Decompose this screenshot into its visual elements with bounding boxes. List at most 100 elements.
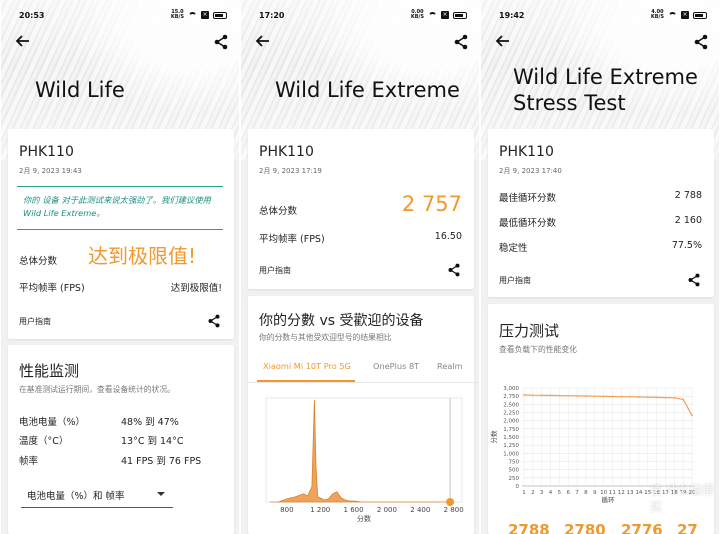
y-tick-label: 1,250 [503, 443, 519, 449]
wifi-icon [428, 11, 437, 19]
back-arrow-icon[interactable] [495, 33, 511, 49]
data-point [602, 395, 605, 398]
status-bar: 17:20 0.00 KB/S × [241, 10, 479, 24]
battery-icon [453, 11, 467, 19]
fps-value: 16.50 [434, 231, 462, 242]
score-label: 总体分数 [259, 206, 298, 217]
tab-device-1[interactable]: Xiaomi Mi 10T Pro 5G [263, 361, 351, 371]
fps-label: 平均帧率 (FPS) [259, 234, 325, 245]
sim-icon: × [441, 11, 449, 19]
monitor-row: 温度（°C） 13°C 到 14°C [19, 436, 184, 447]
data-point [673, 396, 676, 399]
score-value: 2 757 [401, 192, 462, 216]
stability-row: 稳定性 77.5% [499, 240, 702, 254]
x-tick-label: 8 [584, 490, 588, 496]
user-guide-link[interactable]: 用户指南 [19, 316, 51, 327]
data-point [611, 395, 614, 398]
result-card: PHK110 2月 9, 2023 17:19 总体分数 2 757 平均帧率 … [248, 129, 474, 289]
section-title: 你的分數 vs 受歡迎的设备 [259, 313, 424, 329]
x-axis-label: 分数 [357, 514, 371, 523]
y-axis-label: 分数 [489, 430, 498, 444]
status-time: 17:20 [259, 11, 285, 20]
section-subtitle: 在基准测试运行期间，查看设备统计的状况。 [19, 385, 175, 394]
x-tick-label: 3 [540, 490, 544, 496]
plot-area [265, 397, 463, 503]
score-label: 总体分数 [19, 256, 58, 267]
loop-score: 2788 [508, 521, 550, 534]
share-icon[interactable] [687, 273, 701, 287]
wifi-icon [668, 11, 677, 19]
wifi-icon [188, 11, 197, 19]
best-loop-row: 最佳循环分数 2 788 [499, 190, 702, 204]
data-point [567, 394, 570, 397]
device-name: PHK110 [499, 144, 554, 160]
loop-score: 2780 [564, 521, 606, 534]
device-name: PHK110 [19, 144, 74, 160]
x-tick-label: 2 000 [377, 506, 397, 514]
share-icon[interactable] [207, 314, 221, 328]
y-tick-label: 2,250 [503, 411, 519, 417]
net-speed: 4.00 KB/S [650, 9, 664, 20]
data-point [655, 396, 658, 399]
screen-wild-life-extreme: 17:20 0.00 KB/S × Wild Life Extreme PHK11… [241, 0, 479, 534]
page-title: Wild Life [35, 78, 125, 102]
x-tick-label: 5 [558, 490, 562, 496]
data-point [629, 395, 631, 398]
result-card: PHK110 2月 9, 2023 17:40 最佳循环分数 2 788 最低循… [488, 129, 714, 297]
data-point [549, 394, 552, 397]
battery-icon [693, 11, 707, 19]
section-subtitle: 你的分数与其他受欢迎型号的结果相比 [259, 333, 392, 342]
y-tick-label: 1,000 [503, 451, 519, 457]
net-speed: 0.00 KB/S [410, 9, 424, 20]
y-tick-label: 2,000 [503, 419, 519, 425]
data-point [620, 395, 623, 398]
share-icon[interactable] [447, 263, 461, 277]
y-tick-label: 1,500 [503, 435, 519, 441]
chevron-down-icon [157, 492, 165, 496]
score-distribution-chart: 800 1 200 1 600 2 000 2 400 2 800 分数 [265, 397, 464, 523]
x-tick-label: 13 [627, 490, 634, 496]
data-point [638, 396, 640, 398]
monitor-row: 电池电量（%） 48% 到 47% [19, 417, 179, 428]
x-tick-label: 2 400 [410, 506, 430, 514]
back-arrow-icon[interactable] [15, 33, 31, 49]
device-name: PHK110 [259, 144, 314, 160]
data-point [664, 396, 667, 399]
x-tick-label: 2 [531, 490, 535, 496]
back-arrow-icon[interactable] [255, 33, 271, 49]
result-date: 2月 9, 2023 19:43 [19, 167, 82, 175]
x-tick-label: 1 600 [344, 506, 364, 514]
data-point [585, 395, 587, 397]
data-point [540, 394, 543, 397]
y-tick-label: 2,750 [503, 394, 519, 400]
metric-dropdown[interactable]: 电池电量（%）和 帧率 [21, 480, 173, 508]
fps-label: 平均帧率 (FPS) [19, 283, 85, 294]
x-tick-label: 1 [522, 490, 526, 496]
tab-device-2[interactable]: OnePlus 8T [373, 361, 419, 371]
loop-score: 2776 [621, 521, 663, 534]
section-title: 性能监测 [19, 362, 80, 380]
tab-device-3[interactable]: Realm [437, 361, 463, 371]
lowest-loop-row: 最低循环分数 2 160 [499, 215, 702, 229]
section-title: 压力测试 [499, 322, 560, 340]
user-guide-link[interactable]: 用户指南 [499, 275, 531, 286]
x-tick-label: 1 200 [310, 506, 330, 514]
net-speed: 15.0 KB/S [170, 9, 184, 20]
share-icon[interactable] [693, 34, 709, 50]
x-tick-label: 800 [280, 506, 293, 514]
user-guide-link[interactable]: 用户指南 [259, 265, 291, 276]
x-tick-label: 7 [575, 490, 579, 496]
share-icon[interactable] [453, 34, 469, 50]
share-icon[interactable] [213, 34, 229, 50]
result-date: 2月 9, 2023 17:19 [259, 167, 322, 175]
y-tick-label: 0 [516, 484, 520, 490]
y-tick-label: 1,750 [503, 427, 519, 433]
battery-icon [213, 11, 227, 19]
status-bar: 20:53 15.0 KB/S × [1, 10, 239, 24]
data-point [558, 394, 561, 397]
status-bar: 19:42 4.00 KB/S × [481, 10, 719, 24]
y-tick-label: 500 [509, 468, 520, 474]
y-tick-label: 3,000 [503, 386, 519, 392]
screen-stress-test: 19:42 4.00 KB/S × Wild Life Extreme Stress… [481, 0, 719, 534]
watermark: 值 什么值得买 [650, 483, 714, 514]
